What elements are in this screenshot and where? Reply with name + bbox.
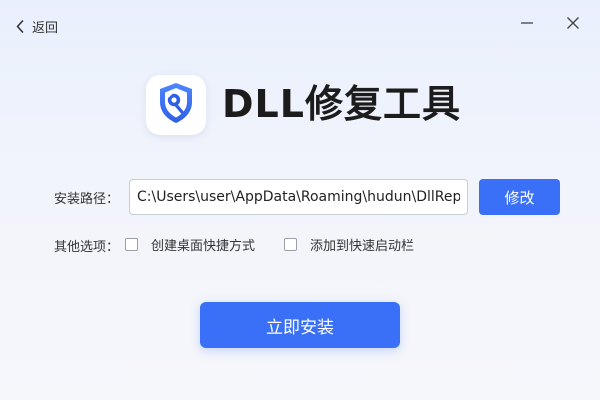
desktop-shortcut-checkbox[interactable]: [125, 238, 138, 251]
install-now-button[interactable]: 立即安装: [200, 302, 400, 348]
back-button[interactable]: 返回: [16, 15, 58, 37]
modify-button[interactable]: 修改: [479, 179, 560, 215]
desktop-shortcut-label: 创建桌面快捷方式: [151, 239, 256, 254]
quick-launch-checkbox[interactable]: [284, 238, 297, 251]
install-path-label: 安装路径：: [54, 192, 120, 207]
other-options-label: 其他选项：: [54, 240, 120, 255]
install-path-input[interactable]: [129, 179, 468, 215]
app-title: DLL修复工具: [222, 82, 461, 126]
minimize-button[interactable]: [515, 12, 539, 36]
quick-launch-option[interactable]: 添加到快速启动栏: [284, 235, 414, 254]
quick-launch-label: 添加到快速启动栏: [310, 239, 415, 254]
shield-wrench-icon: [153, 80, 199, 130]
close-button[interactable]: [561, 12, 585, 36]
minimize-icon: [520, 15, 534, 34]
app-logo: [146, 75, 206, 135]
installer-window: 返回 DLL修复工具 安装路径： C:\Users\user\AppData\R…: [0, 0, 600, 400]
chevron-left-icon: [16, 19, 24, 33]
close-icon: [566, 15, 580, 34]
back-label: 返回: [32, 20, 59, 36]
desktop-shortcut-option[interactable]: 创建桌面快捷方式: [125, 235, 255, 254]
